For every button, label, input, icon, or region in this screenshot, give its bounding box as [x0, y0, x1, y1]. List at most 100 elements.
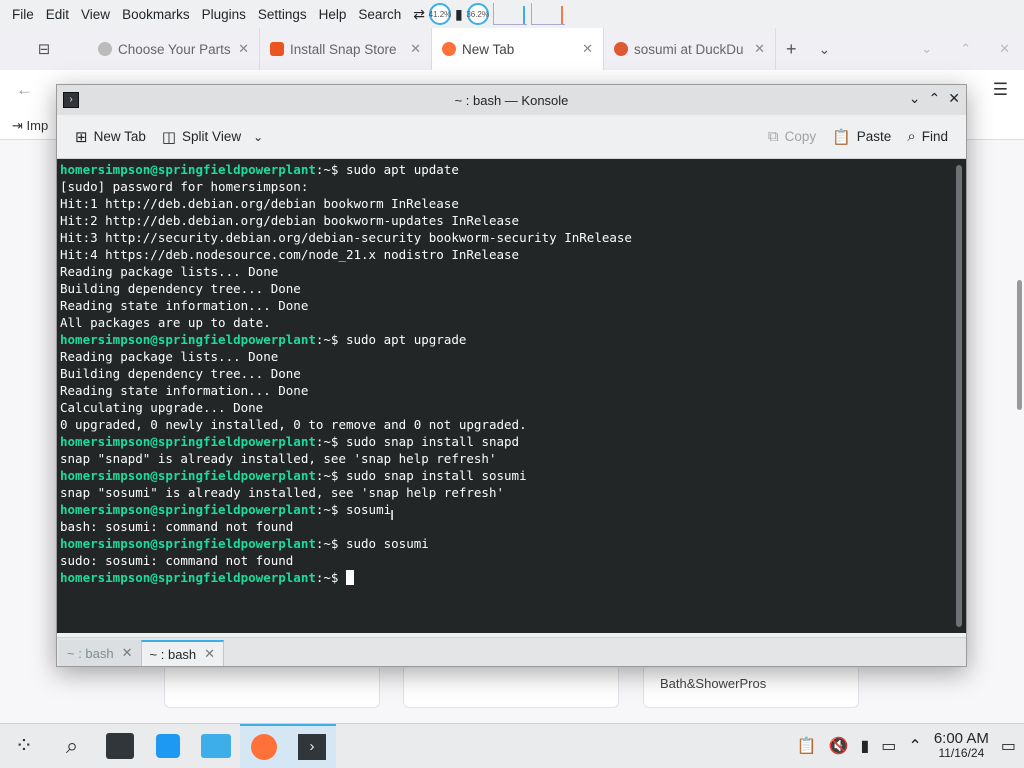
terminal-command-line: homersimpson@springfieldpowerplant:~$ su…	[60, 535, 966, 552]
close-icon[interactable]: ✕	[122, 645, 133, 661]
discover-store-icon[interactable]	[144, 724, 192, 768]
load-graph-icon[interactable]	[492, 3, 527, 25]
back-arrow-icon[interactable]: ←	[16, 80, 33, 100]
terminal-output-line: Reading state information... Done	[60, 383, 309, 398]
terminal-scrollbar[interactable]	[956, 165, 962, 627]
shortcut-card-2[interactable]	[403, 668, 619, 708]
konsole-app-icon[interactable]: ›	[63, 92, 79, 108]
network-icon[interactable]: ▭	[881, 736, 896, 756]
network-icon[interactable]: ⇄	[413, 6, 425, 23]
konsole-taskbar-icon[interactable]: ›	[288, 723, 336, 768]
battery-icon[interactable]: ▮	[860, 736, 869, 756]
terminal-command-line: homersimpson@springfieldpowerplant:~$ su…	[60, 331, 966, 348]
prompt-suffix: :~$	[315, 332, 346, 347]
command-text: sosumi	[345, 502, 392, 517]
window-title: ~ : bash — Konsole	[454, 92, 569, 108]
app-launcher-icon[interactable]: ⁘	[0, 724, 48, 768]
cpu-gauge-1[interactable]: 41.2%	[429, 3, 451, 25]
command-text: sudo apt upgrade	[345, 332, 467, 347]
new-tab-plus-icon[interactable]: +	[786, 39, 797, 60]
shortcut-card-1[interactable]	[164, 668, 380, 708]
prompt-suffix: :~$	[315, 502, 346, 517]
system-tray: 📋 🔇 ▮ ▭ ⌃ 6:00 AM 11/16/24 ▭	[797, 731, 1016, 761]
close-icon[interactable]: ✕	[204, 646, 215, 662]
gear-icon	[98, 42, 112, 56]
konsole-tab-2[interactable]: ~ : bash ✕	[140, 640, 225, 666]
firefox-icon[interactable]	[240, 723, 288, 768]
terminal-output: homersimpson@springfieldpowerplant:~$ su…	[60, 161, 966, 586]
clock[interactable]: 6:00 AM 11/16/24	[934, 731, 989, 761]
close-icon[interactable]: ✕	[754, 41, 765, 57]
system-settings-icon[interactable]	[96, 724, 144, 768]
maximize-icon[interactable]: ⌃	[929, 90, 941, 107]
menu-search[interactable]: Search	[352, 7, 407, 22]
menu-view[interactable]: View	[75, 7, 116, 22]
terminal-area[interactable]: homersimpson@springfieldpowerplant:~$ su…	[57, 159, 966, 633]
find-button[interactable]: ⌕ Find	[899, 128, 956, 145]
page-scrollbar[interactable]	[1017, 280, 1022, 410]
paste-button[interactable]: 📋 Paste	[824, 128, 899, 146]
terminal-output-line: Reading package lists... Done	[60, 264, 279, 279]
tab-overview-icon[interactable]: ⊟	[0, 40, 88, 58]
tray-expand-icon[interactable]: ⌃	[908, 736, 921, 756]
volume-muted-icon[interactable]: 🔇	[829, 736, 849, 756]
show-desktop-icon[interactable]: ▭	[1001, 736, 1016, 756]
terminal-output-line: Hit:2 http://deb.debian.org/debian bookw…	[60, 213, 520, 228]
cpu-gauge-2[interactable]: 36.2%	[466, 3, 489, 25]
clipboard-icon[interactable]: 📋	[797, 736, 817, 756]
menu-bookmarks[interactable]: Bookmarks	[116, 7, 196, 22]
prompt-user-host: homersimpson@springfieldpowerplant	[60, 468, 316, 483]
terminal-output-line: 0 upgraded, 0 newly installed, 0 to remo…	[60, 417, 527, 432]
terminal-output-line: Reading package lists... Done	[60, 349, 279, 364]
browser-tab-duckduckgo[interactable]: sosumi at DuckDu ✕	[604, 28, 776, 70]
browser-tab-new-tab[interactable]: New Tab ✕	[432, 28, 604, 70]
menu-edit[interactable]: Edit	[40, 7, 75, 22]
new-tab-button[interactable]: ⊞ New Tab	[67, 128, 154, 146]
prompt-user-host: homersimpson@springfieldpowerplant	[60, 162, 316, 177]
hamburger-menu-icon[interactable]: ☰	[993, 80, 1008, 100]
chevron-down-icon: ⌄	[253, 129, 264, 144]
close-icon[interactable]: ✕	[238, 41, 249, 57]
terminal-output-line: snap "snapd" is already installed, see '…	[60, 451, 497, 466]
minimize-icon[interactable]: ⌄	[909, 90, 921, 107]
copy-button[interactable]: ⧉ Copy	[760, 128, 824, 145]
paste-icon: 📋	[832, 128, 851, 146]
menu-settings[interactable]: Settings	[252, 7, 313, 22]
battery-icon[interactable]: ▮	[455, 6, 463, 23]
minimize-icon[interactable]: ⌄	[921, 41, 932, 57]
menu-plugins[interactable]: Plugins	[196, 7, 252, 22]
terminal-command-line: homersimpson@springfieldpowerplant:~$ su…	[60, 433, 966, 450]
close-icon[interactable]: ✕	[948, 90, 960, 107]
close-icon[interactable]: ✕	[410, 41, 421, 57]
search-icon[interactable]: ⌕	[48, 724, 96, 768]
prompt-user-host: homersimpson@springfieldpowerplant	[60, 332, 316, 347]
text-cursor-ibeam-icon: I	[390, 507, 395, 524]
file-manager-icon[interactable]	[192, 724, 240, 768]
terminal-output-line: [sudo] password for homersimpson:	[60, 179, 309, 194]
browser-tab-snap-store[interactable]: Install Snap Store ✕	[260, 28, 432, 70]
close-icon[interactable]: ✕	[582, 41, 593, 57]
split-view-button[interactable]: ◫ Split View ⌄	[154, 128, 271, 146]
tab-list-chevron-icon[interactable]: ⌄	[819, 41, 831, 58]
terminal-output-line: sudo: sosumi: command not found	[60, 553, 294, 568]
memory-graph-icon[interactable]	[530, 3, 565, 25]
terminal-output-line: Building dependency tree... Done	[60, 281, 301, 296]
prompt-suffix: :~$	[315, 162, 346, 177]
browser-tab-parts[interactable]: Choose Your Parts ✕	[88, 28, 260, 70]
shortcut-card-3[interactable]: Bath&ShowerPros	[643, 668, 859, 708]
menu-help[interactable]: Help	[313, 7, 353, 22]
terminal-command-line: homersimpson@springfieldpowerplant:~$ so…	[60, 501, 966, 518]
terminal-output-line: Building dependency tree... Done	[60, 366, 301, 381]
terminal-output-line: bash: sosumi: command not found	[60, 519, 294, 534]
konsole-titlebar[interactable]: › ~ : bash — Konsole ⌄ ⌃ ✕	[57, 85, 966, 115]
close-window-icon[interactable]: ✕	[999, 41, 1010, 57]
menu-file[interactable]: File	[6, 7, 40, 22]
konsole-tab-1[interactable]: ~ : bash ✕	[59, 640, 141, 666]
prompt-suffix: :~$	[315, 434, 346, 449]
terminal-output-line: Hit:3 http://security.debian.org/debian-…	[60, 230, 632, 245]
browser-tab-strip: ⊟ Choose Your Parts ✕ Install Snap Store…	[0, 28, 1024, 70]
snap-icon	[270, 42, 284, 56]
prompt-suffix: :~$	[315, 468, 346, 483]
maximize-icon[interactable]: ⌃	[960, 41, 971, 57]
import-bookmarks-link[interactable]: ⇥ Imp	[12, 118, 48, 134]
